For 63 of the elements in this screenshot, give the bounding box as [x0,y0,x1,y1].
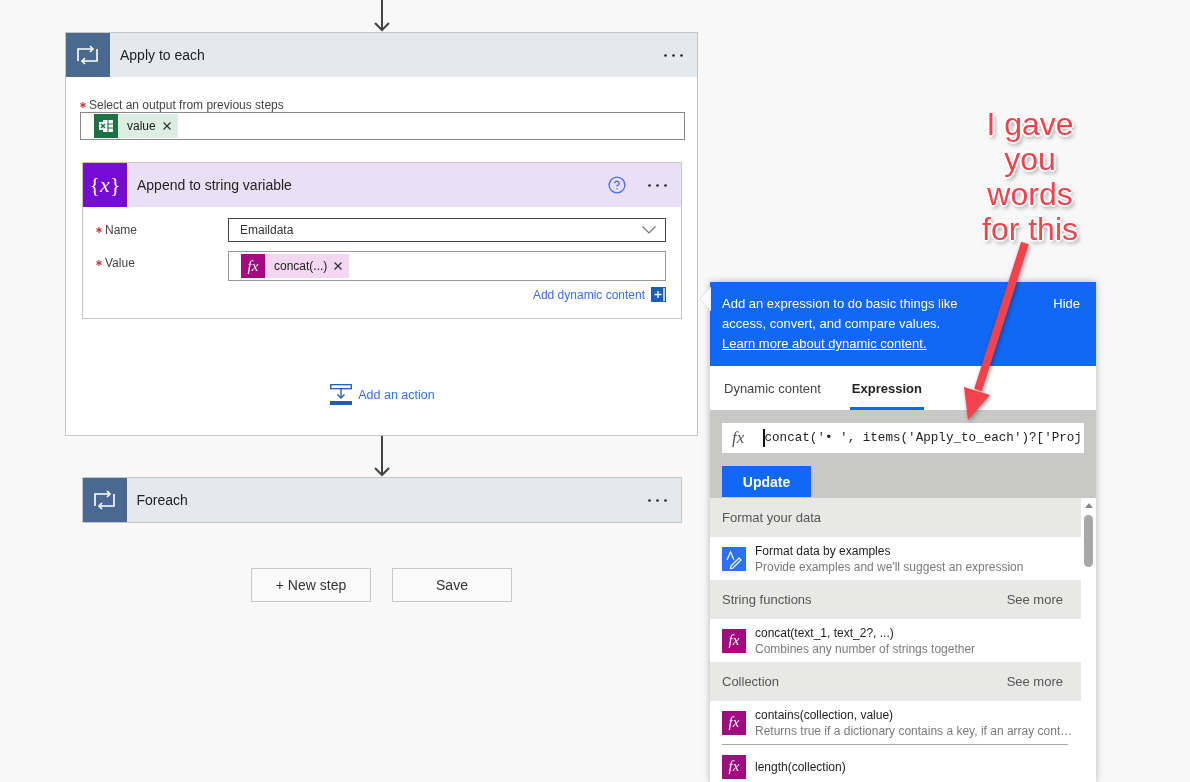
function-icon: fx [722,754,746,779]
close-icon[interactable] [162,122,171,130]
tab[interactable]: Dynamic content [722,366,823,410]
token-label: value [126,119,157,133]
output-field[interactable]: value [80,112,685,140]
scroll-up-icon[interactable] [1084,503,1093,508]
function-list-item[interactable]: fx length(collection) [710,745,1081,782]
function-icon: fx [722,628,746,653]
info-text: Add an expression to do basic things like access, convert, and compare values. Learn more about dynamic content. [722,295,959,353]
more-icon[interactable] [647,498,667,502]
add-dynamic-content-link[interactable]: Add dynamic content [532,287,666,302]
see-more-link[interactable]: See more [1006,674,1063,689]
popover-pointer [700,287,711,311]
section-title: String functions [722,592,812,607]
name-dropdown[interactable]: Emaildata [228,218,666,242]
plus-icon [651,287,666,302]
field-label: Select an output from previous steps [89,97,284,112]
scrollbar-thumb[interactable] [1084,515,1093,567]
token-label: concat(...) [273,259,329,273]
token-chip[interactable]: fx concat(...) [241,254,350,278]
section-title: Collection [722,674,780,689]
function-name: contains(collection, value) [755,706,895,723]
card-title: Append to string variable [137,177,292,193]
flow-arrow [373,436,390,477]
expression-input[interactable]: fx concat('• ', items('Apply_to_each')?['Proj [722,423,1084,453]
close-icon[interactable] [334,262,343,270]
chevron-down-icon [642,226,656,234]
function-name: concat(text_1, text_2?, ...) [755,624,895,641]
save-button[interactable]: Save [392,568,512,602]
card-title: Apply to each [120,47,205,63]
add-action-icon [330,384,353,405]
function-description: Returns true if a dictionary contains a key, if an array cont… [755,722,1073,739]
hide-button[interactable]: Hide [1053,296,1080,311]
card-title: Foreach [136,492,188,508]
annotation-text: I gave you words for this [981,107,1079,247]
loop-icon [82,478,127,522]
flow-arrow [373,0,390,32]
function-description: Combines any number of strings together [755,640,976,657]
more-icon[interactable] [664,53,683,57]
see-more-link[interactable]: See more [1006,592,1063,607]
pencil-icon [722,546,746,571]
new-step-button[interactable]: + New step [251,568,371,602]
field-label: Value [105,256,135,270]
function-description: Provide examples and we'll suggest an expression [755,558,1024,575]
field-label: Name [105,223,137,237]
function-icon: fx [732,428,752,448]
more-icon[interactable] [648,183,667,187]
foreach-card[interactable]: Foreach [81,477,682,523]
function-icon: fx [241,254,265,278]
variable-icon: {x} [83,163,127,207]
update-button[interactable]: Update [722,466,811,497]
card-header[interactable]: {x} Append to string variable [83,163,681,207]
value-field[interactable]: fx concat(...) [228,251,666,281]
section-title: Format your data [722,510,821,525]
token-chip[interactable]: value [94,114,178,138]
learn-more-link[interactable]: Learn more about dynamic content. [722,336,927,351]
function-name: Format data by examples [755,542,892,559]
spreadsheet-icon [94,114,118,138]
help-icon[interactable] [608,176,626,194]
function-name: length(collection) [755,758,846,775]
card-header[interactable]: Apply to each [66,33,697,77]
function-icon: fx [722,710,746,735]
add-action-link[interactable]: Add an action [330,384,435,405]
